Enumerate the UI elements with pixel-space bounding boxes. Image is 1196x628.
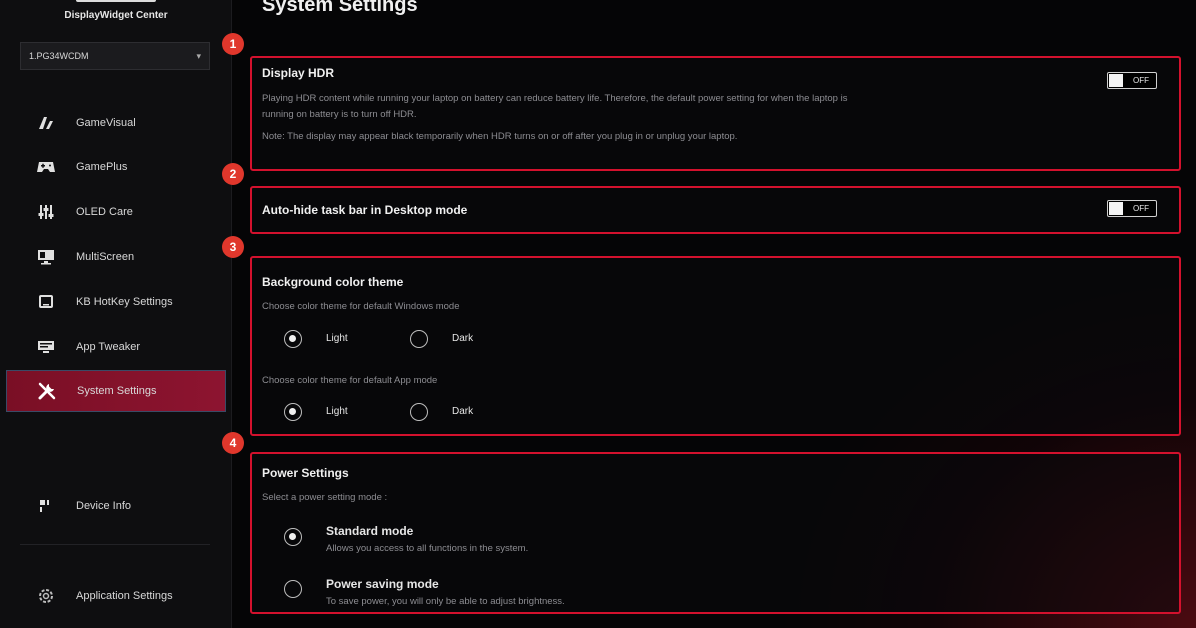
sidebar-item-label: Device Info [76,500,132,512]
sidebar-item-gamevisual[interactable]: GameVisual [6,103,226,143]
gear-icon [36,586,56,606]
app-mode-label: Choose color theme for default App mode [262,375,438,386]
sidebar-item-oled-care[interactable]: OLED Care [6,192,226,232]
callout-badge-4: 4 [222,432,244,454]
app-tweaker-icon [36,337,56,357]
toggle-knob [1109,74,1123,87]
callout-badge-1: 1 [222,33,244,55]
sidebar-item-multiscreen[interactable]: MultiScreen [6,237,226,277]
background-theme-section: Background color theme Choose color them… [250,256,1181,436]
sidebar: DisplayWidget Center 1.PG34WCDM ▾ GameVi… [0,0,232,628]
sidebar-item-label: GamePlus [76,161,128,173]
sidebar-item-label: GameVisual [76,117,136,129]
toggle-knob [1109,202,1123,215]
power-saving-mode-radio[interactable] [284,580,302,598]
sidebar-item-device-info[interactable]: Device Info [6,486,226,526]
sidebar-item-label: App Tweaker [76,341,141,353]
standard-mode-desc: Allows you access to all functions in th… [326,543,529,554]
multiscreen-icon [36,247,56,267]
asus-logo [76,0,156,2]
auto-hide-taskbar-section: Auto-hide task bar in Desktop mode OFF [250,186,1181,234]
windows-light-label: Light [326,333,348,344]
auto-hide-taskbar-title: Auto-hide task bar in Desktop mode [262,203,468,217]
sidebar-item-label: KB HotKey Settings [76,296,173,308]
power-saving-mode-label: Power saving mode [326,577,439,591]
callout-badge-3: 3 [222,236,244,258]
chevron-down-icon: ▾ [196,50,201,61]
sidebar-item-label: OLED Care [76,206,133,218]
sidebar-item-application-settings[interactable]: Application Settings [6,576,226,616]
standard-mode-label: Standard mode [326,524,414,538]
auto-hide-taskbar-toggle[interactable]: OFF [1107,200,1157,217]
display-hdr-note: Note: The display may appear black tempo… [262,131,738,142]
standard-mode-radio[interactable] [284,528,302,546]
page-title: System Settings [262,0,418,16]
sidebar-item-label: System Settings [77,385,157,397]
app-light-radio[interactable] [284,403,302,421]
callout-badge-2: 2 [222,163,244,185]
power-settings-title: Power Settings [262,466,349,480]
windows-mode-label: Choose color theme for default Windows m… [262,301,460,312]
background-theme-title: Background color theme [262,275,404,289]
power-saving-mode-desc: To save power, you will only be able to … [326,596,565,607]
display-hdr-desc-2: running on battery is to turn off HDR. [262,109,417,120]
sidebar-item-app-tweaker[interactable]: App Tweaker [6,327,226,367]
sidebar-item-gameplus[interactable]: GamePlus [6,147,226,187]
display-hdr-desc-1: Playing HDR content while running your l… [262,93,848,104]
app-light-label: Light [326,406,348,417]
sidebar-item-label: MultiScreen [76,251,135,263]
windows-dark-radio[interactable] [410,330,428,348]
monitor-select-value: 1.PG34WCDM [29,51,89,61]
toggle-label: OFF [1133,76,1149,85]
sidebar-item-kb-hotkey[interactable]: KB HotKey Settings [6,282,226,322]
sidebar-item-system-settings[interactable]: System Settings [6,370,226,412]
keyboard-icon [36,292,56,312]
app-dark-radio[interactable] [410,403,428,421]
gamevisual-icon [36,113,56,133]
device-info-icon [36,496,56,516]
monitor-select[interactable]: 1.PG34WCDM ▾ [20,42,210,70]
sidebar-item-label: Application Settings [76,590,173,602]
app-name: DisplayWidget Center [64,10,168,21]
sliders-icon [36,202,56,222]
gamepad-icon [36,157,56,177]
display-hdr-section: Display HDR OFF Playing HDR content whil… [250,56,1181,171]
sidebar-divider [20,544,210,545]
windows-light-radio[interactable] [284,330,302,348]
display-hdr-toggle[interactable]: OFF [1107,72,1157,89]
windows-dark-label: Dark [452,333,474,344]
display-hdr-title: Display HDR [262,66,335,80]
power-settings-subtitle: Select a power setting mode : [262,492,388,503]
tools-icon [37,381,57,401]
brand: DisplayWidget Center [0,0,232,30]
power-settings-section: Power Settings Select a power setting mo… [250,452,1181,614]
app-dark-label: Dark [452,406,474,417]
toggle-label: OFF [1133,204,1149,213]
